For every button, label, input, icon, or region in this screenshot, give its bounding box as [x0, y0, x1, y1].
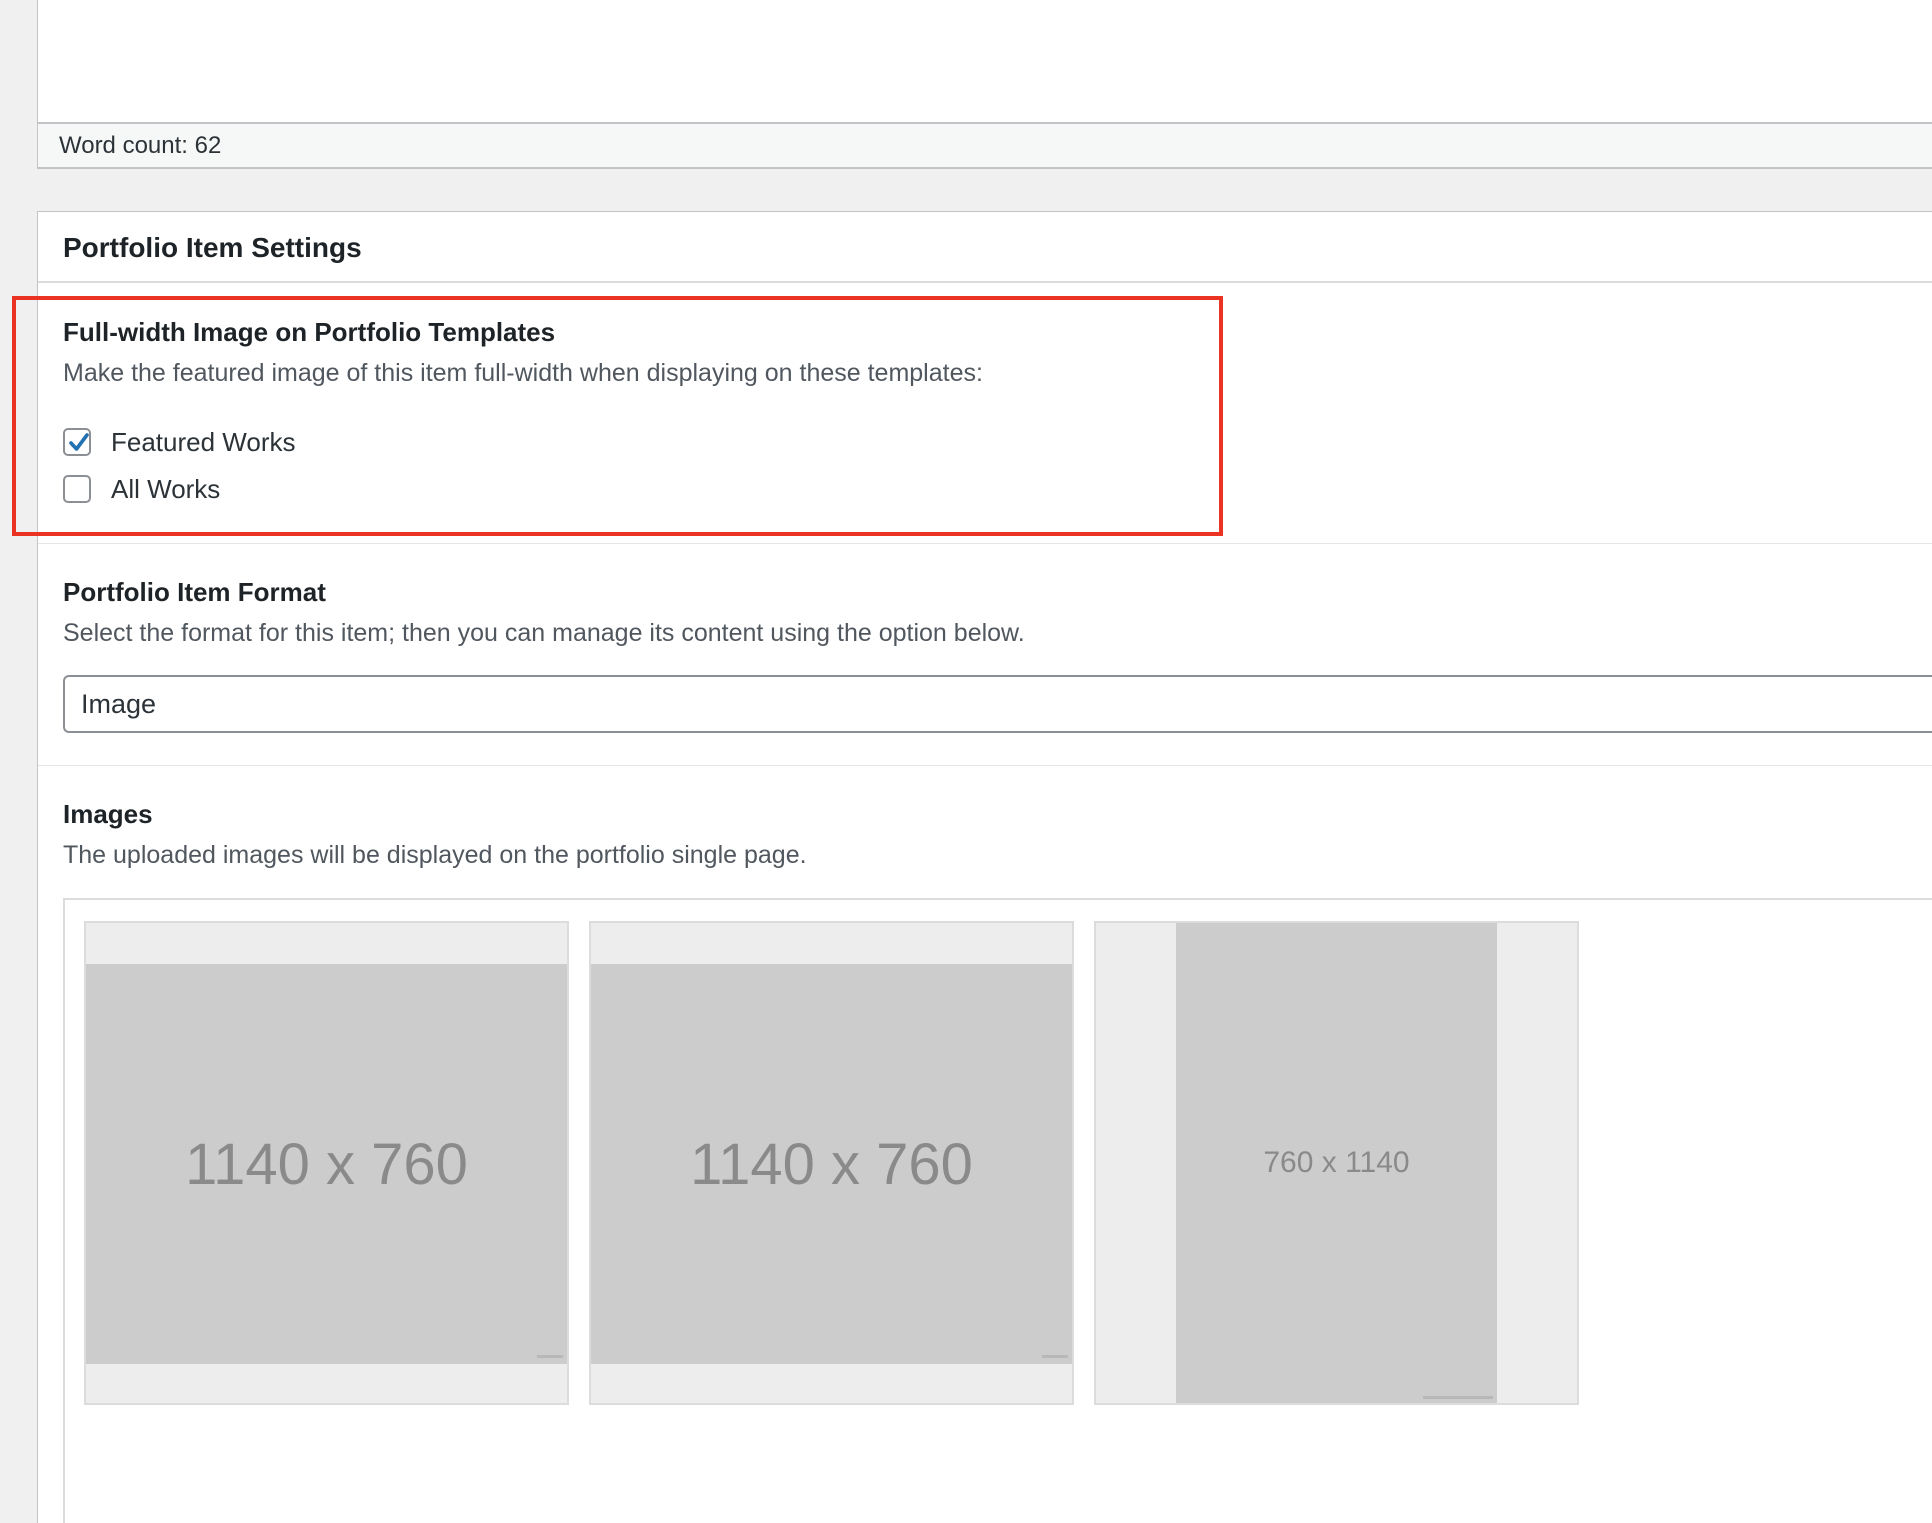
image-placeholder: 1140 x 760 [591, 964, 1072, 1364]
full-width-description: Make the featured image of this item ful… [63, 359, 983, 387]
image-size-label: 1140 x 760 [690, 1131, 973, 1197]
full-width-title: Full-width Image on Portfolio Templates [63, 317, 556, 347]
gallery-image[interactable]: 1140 x 760 [589, 921, 1074, 1405]
image-placeholder: 1140 x 760 [86, 964, 567, 1364]
editor-box: Word count: 62 [37, 0, 1932, 169]
format-description: Select the format for this item; then yo… [63, 619, 1025, 647]
portfolio-settings-panel: Portfolio Item Settings Full-width Image… [37, 211, 1932, 1523]
images-title: Images [63, 799, 153, 829]
featured-works-checkbox[interactable] [63, 428, 91, 456]
editor-status-bar: Word count: 62 [38, 124, 1932, 168]
format-select[interactable]: Image [63, 675, 1932, 733]
image-size-label: 1140 x 760 [185, 1131, 468, 1197]
image-placeholder: 760 x 1140 [1176, 923, 1497, 1403]
watermark-mark [1423, 1396, 1493, 1399]
option-all-works[interactable]: All Works [63, 472, 220, 506]
gallery-image[interactable]: 1140 x 760 [84, 921, 569, 1405]
image-gallery: 1140 x 760 1140 x 760 760 x 1140 [63, 898, 1932, 1523]
images-description: The uploaded images will be displayed on… [63, 841, 807, 869]
format-title: Portfolio Item Format [63, 577, 326, 607]
watermark-mark [537, 1355, 563, 1358]
section-divider [38, 543, 1932, 544]
editor-content-area[interactable] [38, 0, 1932, 124]
watermark-mark [1042, 1355, 1068, 1358]
option-featured-works[interactable]: Featured Works [63, 425, 295, 459]
all-works-label[interactable]: All Works [111, 474, 220, 505]
all-works-checkbox[interactable] [63, 475, 91, 503]
gallery-image[interactable]: 760 x 1140 [1094, 921, 1579, 1405]
featured-works-label[interactable]: Featured Works [111, 427, 295, 458]
word-count: Word count: 62 [59, 132, 222, 159]
image-size-label: 760 x 1140 [1263, 1146, 1410, 1179]
panel-title: Portfolio Item Settings [38, 212, 1932, 283]
section-divider [38, 765, 1932, 766]
checkmark-icon [69, 433, 89, 451]
